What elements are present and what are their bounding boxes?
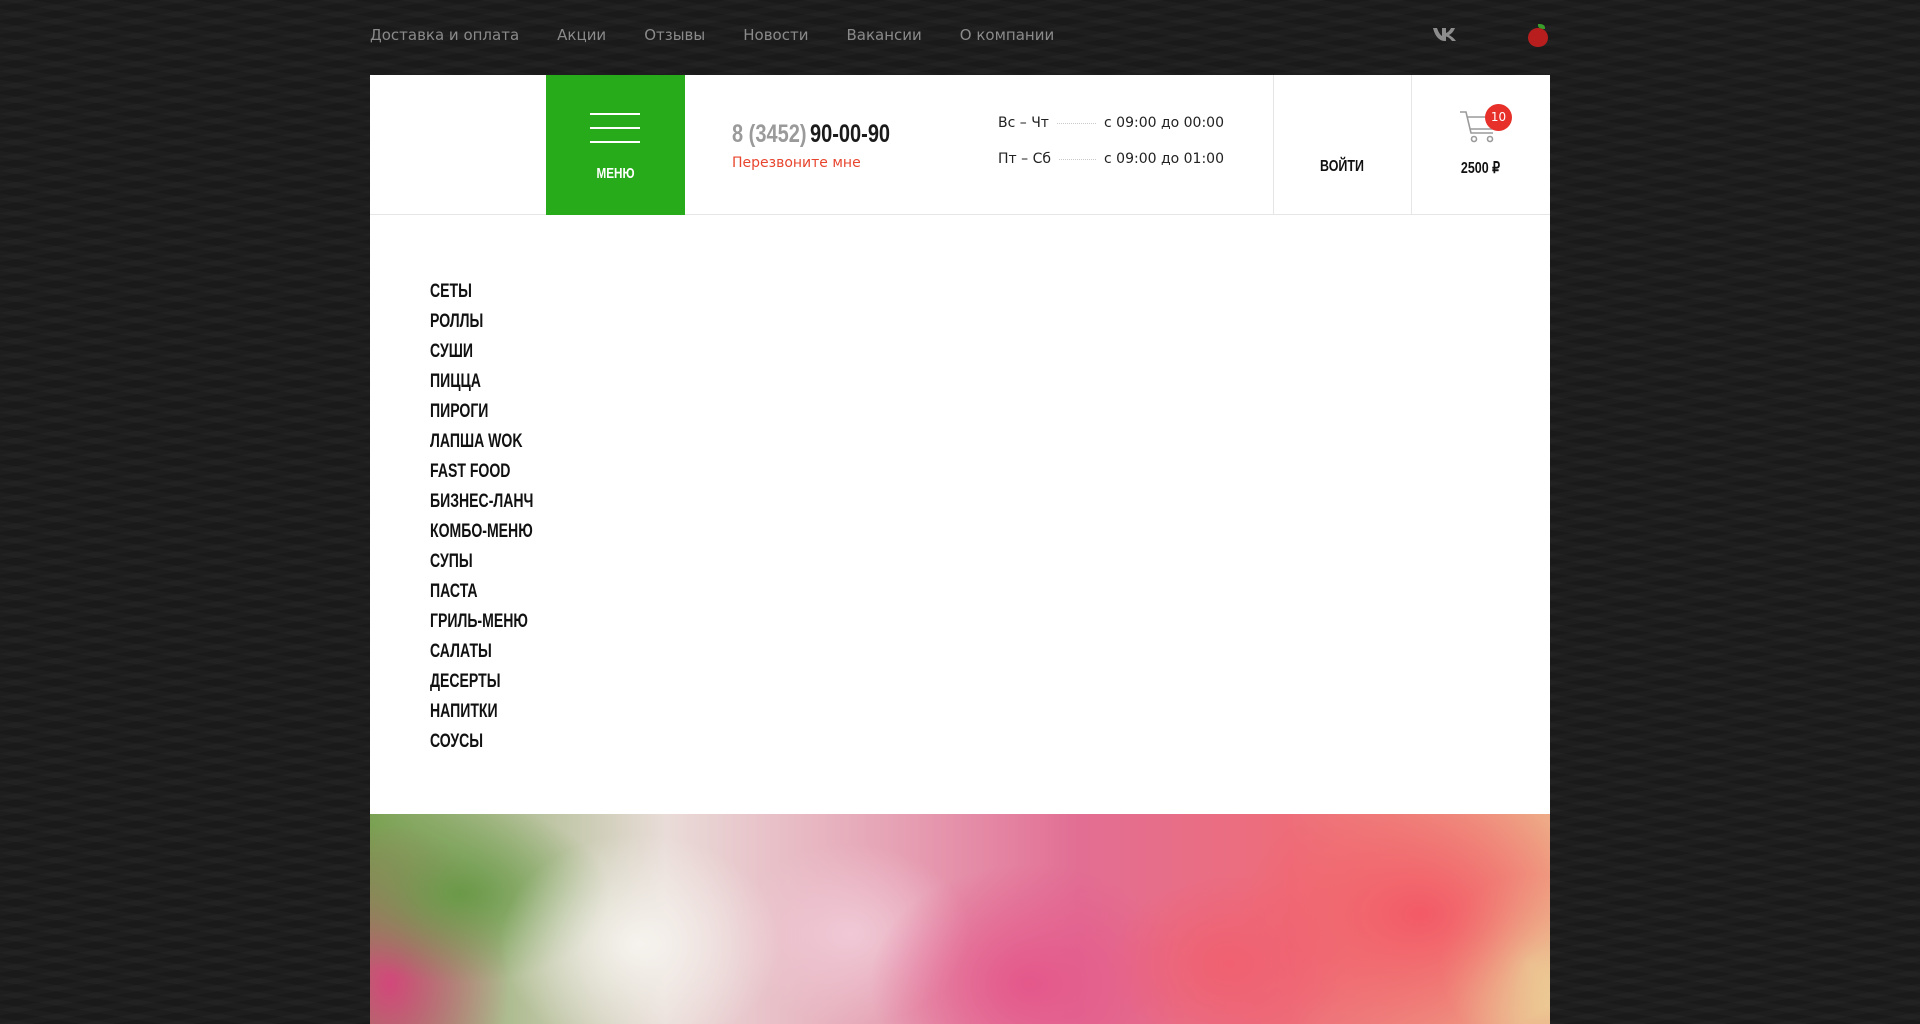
login-label: Войти bbox=[1320, 158, 1364, 175]
hours-time: с 09:00 до 00:00 bbox=[1104, 115, 1224, 131]
category-item-pasta[interactable]: Паста bbox=[430, 577, 533, 607]
login-button[interactable]: Войти bbox=[1273, 75, 1411, 215]
category-item-salads[interactable]: Салаты bbox=[430, 637, 533, 667]
category-item-fast-food[interactable]: Fast Food bbox=[430, 457, 533, 487]
apple-icon bbox=[1527, 24, 1549, 48]
category-item-sushi[interactable]: Суши bbox=[430, 337, 533, 367]
menu-dropdown-panel: Сеты Роллы Суши Пицца Пироги Лапша WOK F… bbox=[370, 215, 1550, 814]
callback-link[interactable]: Перезвоните мне bbox=[732, 155, 861, 171]
nav-link-vacancies[interactable]: Вакансии bbox=[846, 26, 921, 44]
hours-divider bbox=[1059, 159, 1097, 160]
logo-area[interactable] bbox=[370, 75, 546, 215]
category-list: Сеты Роллы Суши Пицца Пироги Лапша WOK F… bbox=[430, 277, 570, 757]
category-item-rolls[interactable]: Роллы bbox=[430, 307, 533, 337]
category-item-wok[interactable]: Лапша WOK bbox=[430, 427, 533, 457]
category-item-pies[interactable]: Пироги bbox=[430, 397, 533, 427]
hours-row: Пт – Сб с 09:00 до 01:00 bbox=[998, 151, 1224, 187]
category-item-drinks[interactable]: Напитки bbox=[430, 697, 533, 727]
cart-count-badge: 10 bbox=[1485, 104, 1512, 131]
hours-row: Вс – Чт с 09:00 до 00:00 bbox=[998, 115, 1224, 151]
category-item-desserts[interactable]: Десерты bbox=[430, 667, 533, 697]
nav-link-reviews[interactable]: Отзывы bbox=[644, 26, 705, 44]
nav-link-delivery[interactable]: Доставка и оплата bbox=[370, 26, 519, 44]
category-item-sauces[interactable]: Соусы bbox=[430, 727, 533, 757]
phone-main: 90-00-90 bbox=[810, 120, 891, 148]
category-item-sets[interactable]: Сеты bbox=[430, 277, 533, 307]
hours-divider bbox=[1056, 123, 1097, 124]
top-nav-links: Доставка и оплата Акции Отзывы Новости В… bbox=[370, 26, 1092, 44]
top-navigation: Доставка и оплата Акции Отзывы Новости В… bbox=[370, 0, 1550, 74]
category-item-combo[interactable]: Комбо-меню bbox=[430, 517, 533, 547]
menu-button[interactable]: Меню bbox=[546, 75, 685, 215]
cart-total: 2500 ₽ bbox=[1460, 160, 1501, 177]
nav-link-about[interactable]: О компании bbox=[960, 26, 1054, 44]
phone-code: 8 (3452) bbox=[732, 120, 807, 148]
hours-days: Пт – Сб bbox=[998, 151, 1051, 167]
cart-button[interactable]: 10 2500 ₽ bbox=[1411, 75, 1550, 215]
working-hours: Вс – Чт с 09:00 до 00:00 Пт – Сб с 09:00… bbox=[998, 115, 1224, 187]
vk-icon[interactable] bbox=[1432, 26, 1458, 44]
hamburger-icon bbox=[590, 113, 640, 155]
nav-link-news[interactable]: Новости bbox=[743, 26, 808, 44]
hours-time: с 09:00 до 01:00 bbox=[1104, 151, 1224, 167]
nav-link-promotions[interactable]: Акции bbox=[557, 26, 606, 44]
hero-banner-image[interactable] bbox=[370, 814, 1550, 1024]
menu-button-label: Меню bbox=[596, 165, 635, 182]
category-item-pizza[interactable]: Пицца bbox=[430, 367, 533, 397]
category-item-grill[interactable]: Гриль-меню bbox=[430, 607, 533, 637]
category-item-business-lunch[interactable]: Бизнес-ланч bbox=[430, 487, 533, 517]
phone-number[interactable]: 8 (3452) 90-00-90 bbox=[732, 120, 910, 149]
site-header: Меню 8 (3452) 90-00-90 Перезвоните мне Вс… bbox=[370, 75, 1550, 215]
hours-days: Вс – Чт bbox=[998, 115, 1049, 131]
category-item-soups[interactable]: Супы bbox=[430, 547, 533, 577]
